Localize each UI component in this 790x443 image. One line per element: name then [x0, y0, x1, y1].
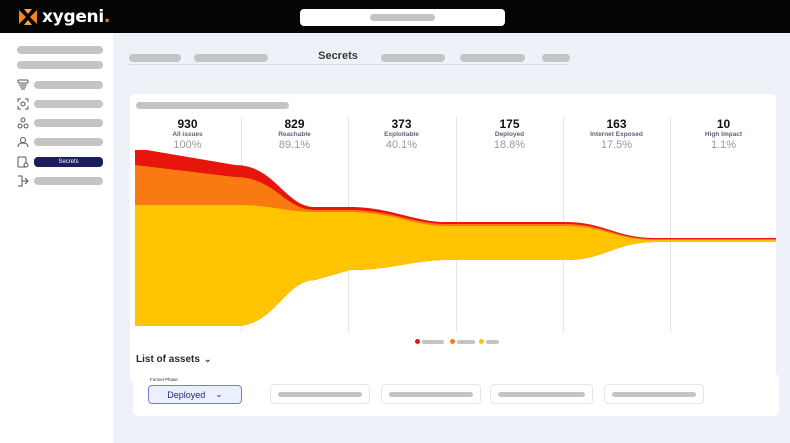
funnel-chart [135, 150, 776, 326]
chevron-down-icon: ⌄ [215, 389, 223, 399]
stage-label: All issues [172, 131, 203, 138]
stage-count: 829 [284, 117, 305, 131]
legend-label-placeholder [486, 340, 499, 344]
tab-placeholder[interactable] [460, 54, 525, 62]
assets-header[interactable]: List of assets ⌄ [136, 354, 211, 365]
filter-placeholder[interactable] [381, 384, 481, 404]
scan-icon [17, 98, 29, 110]
stage-label: High Impact [704, 131, 743, 138]
tab-placeholder[interactable] [194, 54, 268, 62]
sidebar-item-label: Secrets [34, 157, 103, 167]
funnel-stage[interactable]: 10 High Impact 1.1% [670, 117, 777, 152]
funnel-legend [130, 337, 776, 345]
stage-label: Internet Exposed [590, 131, 643, 138]
funnel-stage[interactable]: 930 All issues 100% [134, 117, 241, 152]
filter-placeholder[interactable] [604, 384, 704, 404]
main-content: Secrets 930 All issues 100% 829 Reachabl… [113, 33, 790, 443]
tab-placeholder[interactable] [129, 54, 181, 62]
assets-title: List of assets [136, 354, 200, 365]
brand-logo[interactable]: xygeni. [18, 7, 110, 27]
funnel-stage[interactable]: 163 Internet Exposed 17.5% [563, 117, 670, 152]
legend-label-placeholder [457, 340, 475, 344]
legend-dot-red[interactable] [415, 339, 420, 344]
stage-count: 163 [606, 117, 627, 131]
assets-filter-bar: Funnel Phase Deployed ⌄ [133, 373, 779, 416]
xygeni-logo-icon [19, 9, 37, 25]
tab-divider [129, 64, 569, 65]
brand-name: xygeni. [42, 7, 111, 27]
card-title-placeholder [136, 102, 289, 109]
sidebar-item-storage[interactable] [17, 78, 103, 92]
legend-dot-yellow[interactable] [479, 339, 484, 344]
sidebar-item-scan[interactable] [17, 97, 103, 111]
funnel-stage[interactable]: 175 Deployed 18.8% [456, 117, 563, 152]
funnel-phase-value: Deployed [167, 389, 206, 400]
sidebar-placeholder [17, 61, 103, 69]
funnel-phase-select[interactable]: Deployed ⌄ [148, 385, 242, 404]
legend-dot-orange[interactable] [450, 339, 455, 344]
users-icon [17, 137, 29, 148]
tab-secrets[interactable]: Secrets [297, 50, 379, 65]
global-search-input[interactable] [300, 9, 505, 26]
sidebar-item-users[interactable] [17, 135, 103, 149]
sidebar: Secrets [0, 33, 113, 443]
chevron-down-icon: ⌄ [203, 354, 212, 364]
stage-label: Reachable [278, 131, 311, 138]
sidebar-item-secrets[interactable]: Secrets [17, 155, 103, 169]
tab-placeholder[interactable] [381, 54, 445, 62]
sidebar-item-supply-chain[interactable] [17, 116, 103, 130]
tab-placeholder[interactable] [542, 54, 570, 62]
secrets-icon [17, 156, 29, 168]
funnel-stage[interactable]: 829 Reachable 89.1% [241, 117, 348, 152]
stage-count: 175 [499, 117, 520, 131]
sidebar-item-pipeline[interactable] [17, 174, 103, 188]
storage-icon [17, 79, 29, 90]
filter-placeholder[interactable] [270, 384, 370, 404]
stage-count: 930 [177, 117, 198, 131]
stage-label: Deployed [494, 131, 525, 138]
stage-count: 373 [391, 117, 412, 131]
sidebar-placeholder [17, 46, 103, 54]
funnel-phase-label: Funnel Phase [150, 377, 178, 382]
funnel-card: 930 All issues 100% 829 Reachable 89.1% … [130, 94, 776, 382]
stage-label: Exploitable [384, 131, 419, 138]
pipeline-icon [18, 175, 29, 187]
supply-chain-icon [17, 117, 29, 129]
filter-placeholder[interactable] [490, 384, 593, 404]
top-bar: xygeni. [0, 0, 790, 33]
funnel-stage[interactable]: 373 Exploitable 40.1% [348, 117, 455, 152]
stage-count: 10 [716, 117, 731, 131]
legend-label-placeholder [422, 340, 444, 344]
